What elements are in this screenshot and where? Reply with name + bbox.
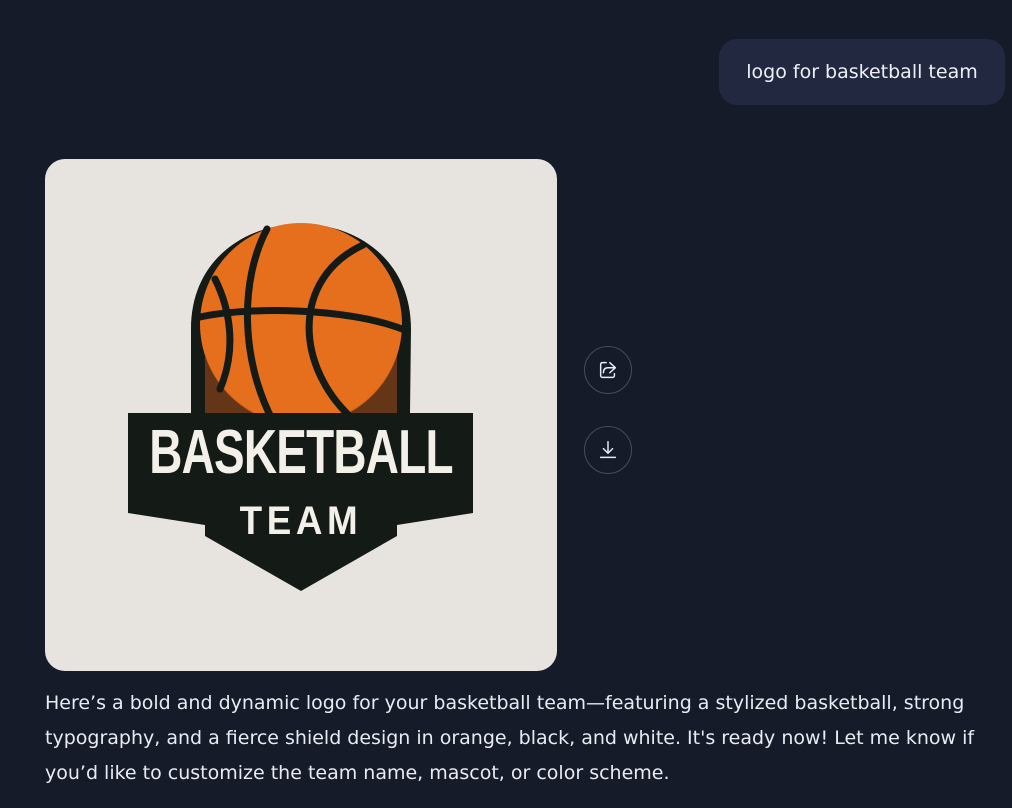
download-button[interactable] <box>584 426 632 474</box>
basketball-logo-graphic <box>128 223 473 591</box>
share-button[interactable] <box>584 346 632 394</box>
logo-subtitle-text: TEAM <box>239 499 363 543</box>
assistant-response-text: Here’s a bold and dynamic logo for your … <box>45 692 975 784</box>
user-message-text: logo for basketball team <box>746 61 978 83</box>
logo-title-text: BASKETBALL <box>149 418 453 487</box>
user-message-bubble: logo for basketball team <box>719 39 1005 105</box>
generated-logo-image[interactable]: BASKETBALL TEAM <box>45 159 557 671</box>
download-icon <box>599 441 617 459</box>
share-icon <box>599 361 617 379</box>
